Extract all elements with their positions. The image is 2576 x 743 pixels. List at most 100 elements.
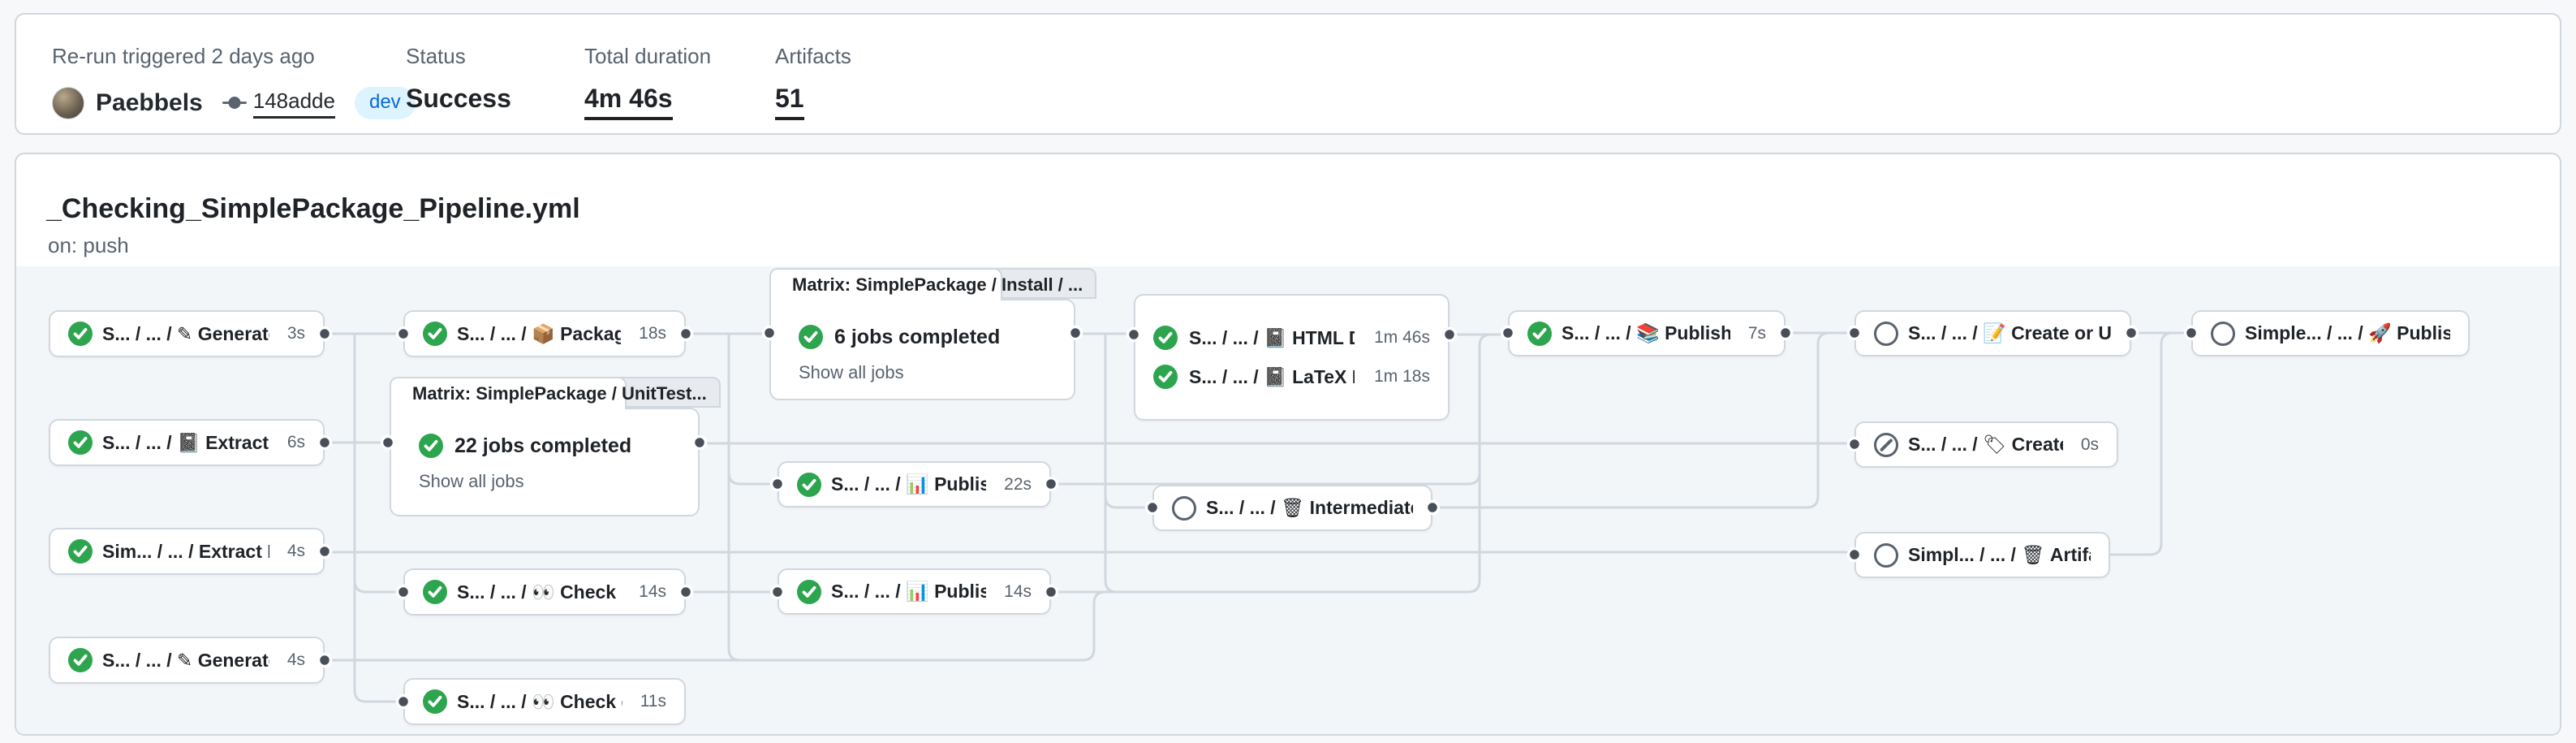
workflow-run-page: Re-run triggered 2 days ago Paebbels 148… — [0, 0, 2576, 743]
job-node-generate-pipeline-1[interactable]: S... / ... / ✎ Generate pipelin... 3s — [49, 310, 325, 357]
show-all-jobs-link[interactable]: Show all jobs — [419, 471, 674, 492]
job-label: S... / ... / 📦 Package in Sou... — [457, 323, 621, 345]
matrix-group-matrix-unittest[interactable]: Matrix: SimplePackage / UnitTest...22 jo… — [390, 377, 700, 516]
status-success-icon — [423, 580, 447, 604]
job-node-check-static-typing[interactable]: S... / ... / 👀 Check Static Ty... 14s — [403, 568, 686, 616]
status-success-icon — [68, 539, 93, 564]
job-label: Simpl... / ... / 🗑 Artifact Cleanup — [1908, 544, 2091, 566]
job-duration: 4s — [279, 650, 305, 670]
commit-link[interactable]: 148adde — [253, 89, 335, 119]
job-duration: 11s — [632, 692, 666, 711]
eyes-icon: 👀 — [532, 581, 560, 603]
job-label: S... / ... / 👀 Check Static Ty... — [457, 581, 621, 603]
job-duration: 22s — [996, 475, 1032, 495]
total-duration-label: Total duration — [584, 44, 711, 69]
job-duration: 18s — [631, 324, 666, 343]
job-node-create-or-update-release[interactable]: S... / ... / 📝 Create or Update R... — [1854, 310, 2131, 356]
job-duration: 6s — [279, 433, 305, 452]
status-success-icon — [1153, 326, 1178, 350]
status-success-icon — [68, 430, 93, 455]
job-label: Sim... / ... / Extract Information — [102, 541, 269, 563]
total-duration-value[interactable]: 4m 46s — [584, 84, 673, 120]
job-node-extract-configuration[interactable]: S... / ... / 📓 Extract configur... 6s — [49, 419, 325, 466]
status-neutral-icon — [1874, 322, 1898, 346]
job-label: S... / ... / 📓 HTML Docu... — [1189, 327, 1355, 349]
status-neutral-icon — [1172, 496, 1196, 521]
status-success-icon — [799, 325, 823, 349]
status-success-icon — [68, 648, 93, 672]
notebook-icon: 📓 — [1264, 366, 1292, 387]
rocket-icon: 🚀 — [2368, 322, 2397, 343]
matrix-tab: Matrix: SimplePackage / UnitTest... — [390, 377, 627, 409]
books-icon: 📚 — [1636, 322, 1665, 343]
artifacts-label: Artifacts — [775, 44, 851, 69]
job-node-artifact-cleanup[interactable]: Simpl... / ... / 🗑 Artifact Cleanup — [1854, 532, 2110, 578]
bar-chart-icon: 📊 — [906, 473, 934, 495]
pen-icon: ✎ — [177, 323, 198, 344]
status-neutral-icon — [1874, 543, 1898, 568]
matrix-jobs-summary: 6 jobs completed — [834, 326, 1000, 349]
status-success-icon — [419, 434, 443, 458]
job-label: S... / ... / ✎ Generate pipelin... — [102, 650, 269, 672]
job-node-publish-test-results[interactable]: S... / ... / 📊 Publish Test Re... 14s — [778, 568, 1051, 615]
actor-link[interactable]: Paebbels — [96, 89, 203, 117]
status-success-icon — [1527, 322, 1552, 346]
job-node-publish-code-coverage[interactable]: S... / ... / 📊 Publish Code C... 22s — [778, 461, 1051, 508]
job-label: S... / ... / 📓 LaTeX Docu... — [1189, 366, 1355, 388]
status-success-icon — [797, 580, 821, 604]
status-skipped-icon — [1874, 433, 1898, 457]
status-value: Success — [406, 84, 511, 114]
matrix-body: 6 jobs completed Show all jobs — [769, 299, 1075, 400]
job-label: Simple... / ... / 🚀 Publish to PyPI — [2245, 322, 2450, 344]
tag-icon: 🏷 — [1983, 434, 2012, 455]
status-label: Status — [406, 44, 511, 69]
job-node-intermediate-artifacts[interactable]: S... / ... / 🗑 Intermediate Artifa... — [1152, 485, 1432, 531]
job-node-html-documentation[interactable]: S... / ... / 📓 HTML Docu... 1m 46s — [1153, 326, 1430, 350]
job-group-documentation-group: S... / ... / 📓 HTML Docu...1m 46sS... / … — [1134, 294, 1450, 421]
job-label: S... / ... / 📊 Publish Code C... — [831, 473, 986, 495]
job-duration: 14s — [996, 582, 1032, 602]
job-duration: 0s — [2073, 435, 2099, 455]
matrix-group-matrix-install[interactable]: Matrix: SimplePackage / Install / ...6 j… — [769, 268, 1075, 400]
job-label: S... / ... / 👀 Check docume... — [457, 691, 622, 713]
matrix-body: 22 jobs completed Show all jobs — [390, 408, 700, 516]
bar-chart-icon: 📊 — [906, 581, 934, 602]
job-label: S... / ... / 📝 Create or Update R... — [1908, 322, 2112, 344]
eyes-icon: 👀 — [532, 691, 560, 712]
job-node-check-documentation[interactable]: S... / ... / 👀 Check docume... 11s — [403, 678, 686, 725]
job-node-create-tag[interactable]: S... / ... / 🏷 Create tag '${{ in...0s — [1854, 421, 2118, 468]
notebook-icon: 📓 — [177, 432, 205, 453]
job-label: S... / ... / ✎ Generate pipelin... — [102, 323, 269, 345]
matrix-jobs-summary: 22 jobs completed — [454, 434, 631, 458]
job-duration: 4s — [279, 542, 305, 561]
job-label: S... / ... / 📓 Extract configur... — [102, 432, 269, 454]
job-node-publish-gh-pages[interactable]: S... / ... / 📚 Publish to GH-P...7s — [1508, 310, 1786, 356]
status-success-icon — [797, 473, 821, 497]
job-duration: 1m 46s — [1366, 328, 1430, 348]
job-node-generate-pipeline-2[interactable]: S... / ... / ✎ Generate pipelin... 4s — [49, 637, 325, 684]
pen-icon: ✎ — [177, 650, 198, 671]
show-all-jobs-link[interactable]: Show all jobs — [799, 362, 1049, 383]
job-duration: 1m 18s — [1366, 367, 1430, 387]
job-duration: 14s — [631, 582, 666, 602]
job-label: S... / ... / 📊 Publish Test Re... — [831, 581, 986, 603]
job-duration: 3s — [279, 324, 305, 343]
status-success-icon — [423, 322, 447, 346]
job-label: S... / ... / 🗑 Intermediate Artifa... — [1206, 497, 1413, 519]
artifacts-count-link[interactable]: 51 — [775, 84, 804, 120]
wastebasket-icon: 🗑 — [2021, 544, 2050, 565]
memo-icon: 📝 — [1983, 322, 2011, 343]
status-success-icon — [1153, 365, 1178, 389]
job-node-package-source[interactable]: S... / ... / 📦 Package in Sou... 18s — [403, 310, 686, 357]
workflow-trigger: on: push — [48, 233, 129, 258]
job-node-publish-to-pypi[interactable]: Simple... / ... / 🚀 Publish to PyPI — [2191, 310, 2470, 356]
wastebasket-icon: 🗑 — [1281, 497, 1310, 518]
status-success-icon — [68, 322, 93, 346]
job-node-latex-documentation[interactable]: S... / ... / 📓 LaTeX Docu... 1m 18s — [1153, 365, 1430, 389]
rerun-trigger-label: Re-run triggered 2 days ago — [52, 44, 416, 69]
status-success-icon — [423, 689, 447, 714]
job-node-extract-information[interactable]: Sim... / ... / Extract Information 4s — [49, 528, 325, 575]
avatar[interactable] — [52, 87, 84, 119]
workflow-file-title: _Checking_SimplePackage_Pipeline.yml — [46, 193, 580, 225]
job-duration: 7s — [1740, 324, 1766, 343]
